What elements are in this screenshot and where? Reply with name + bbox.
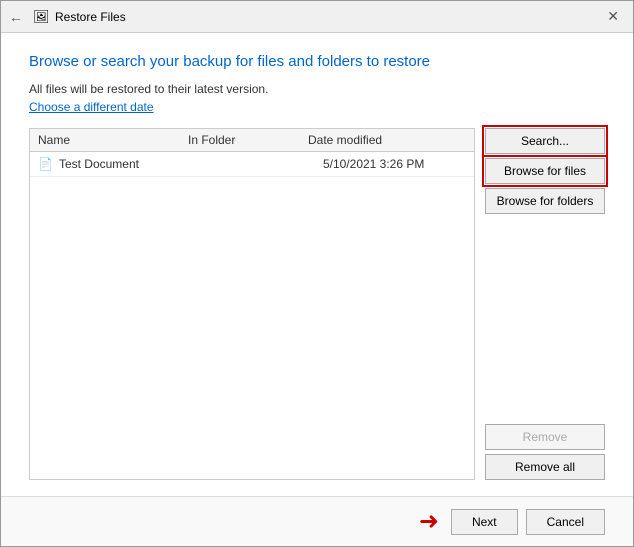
restore-files-window: ← 🖼 Restore Files ✕ Browse or search you… <box>0 0 634 547</box>
content-area: Browse or search your backup for files a… <box>1 33 633 496</box>
file-date: 5/10/2021 3:26 PM <box>323 157 466 171</box>
remove-all-button[interactable]: Remove all <box>485 454 605 480</box>
column-header-name: Name <box>38 133 188 147</box>
browse-files-button[interactable]: Browse for files <box>485 158 605 184</box>
window-title: Restore Files <box>55 10 126 24</box>
column-header-date: Date modified <box>308 133 466 147</box>
close-button[interactable]: ✕ <box>601 6 625 27</box>
search-button[interactable]: Search... <box>485 128 605 154</box>
remove-button: Remove <box>485 424 605 450</box>
footer: ➜ Next Cancel <box>1 496 633 546</box>
browse-folders-button[interactable]: Browse for folders <box>485 188 605 214</box>
file-name: Test Document <box>59 157 203 171</box>
next-arrow-icon: ➜ <box>419 507 439 536</box>
buttons-panel: Search... Browse for files Browse for fo… <box>485 128 605 480</box>
choose-date-link[interactable]: Choose a different date <box>29 100 605 114</box>
next-button[interactable]: Next <box>451 509 518 535</box>
file-icon: 📄 <box>38 157 53 171</box>
main-area: Name In Folder Date modified 📄 Test Docu… <box>29 128 605 480</box>
window-icon: 🖼 <box>33 9 49 25</box>
info-text: All files will be restored to their late… <box>29 82 605 96</box>
file-list-container: Name In Folder Date modified 📄 Test Docu… <box>29 128 475 480</box>
column-header-folder: In Folder <box>188 133 308 147</box>
back-button[interactable]: ← <box>9 9 23 25</box>
file-list-body: 📄 Test Document 5/10/2021 3:26 PM <box>30 152 474 479</box>
table-row[interactable]: 📄 Test Document 5/10/2021 3:26 PM <box>30 152 474 177</box>
cancel-button[interactable]: Cancel <box>526 509 605 535</box>
file-list-header: Name In Folder Date modified <box>30 129 474 152</box>
title-bar: ← 🖼 Restore Files ✕ <box>1 1 633 33</box>
page-heading: Browse or search your backup for files a… <box>29 53 605 70</box>
title-bar-left: ← 🖼 Restore Files <box>9 9 126 25</box>
